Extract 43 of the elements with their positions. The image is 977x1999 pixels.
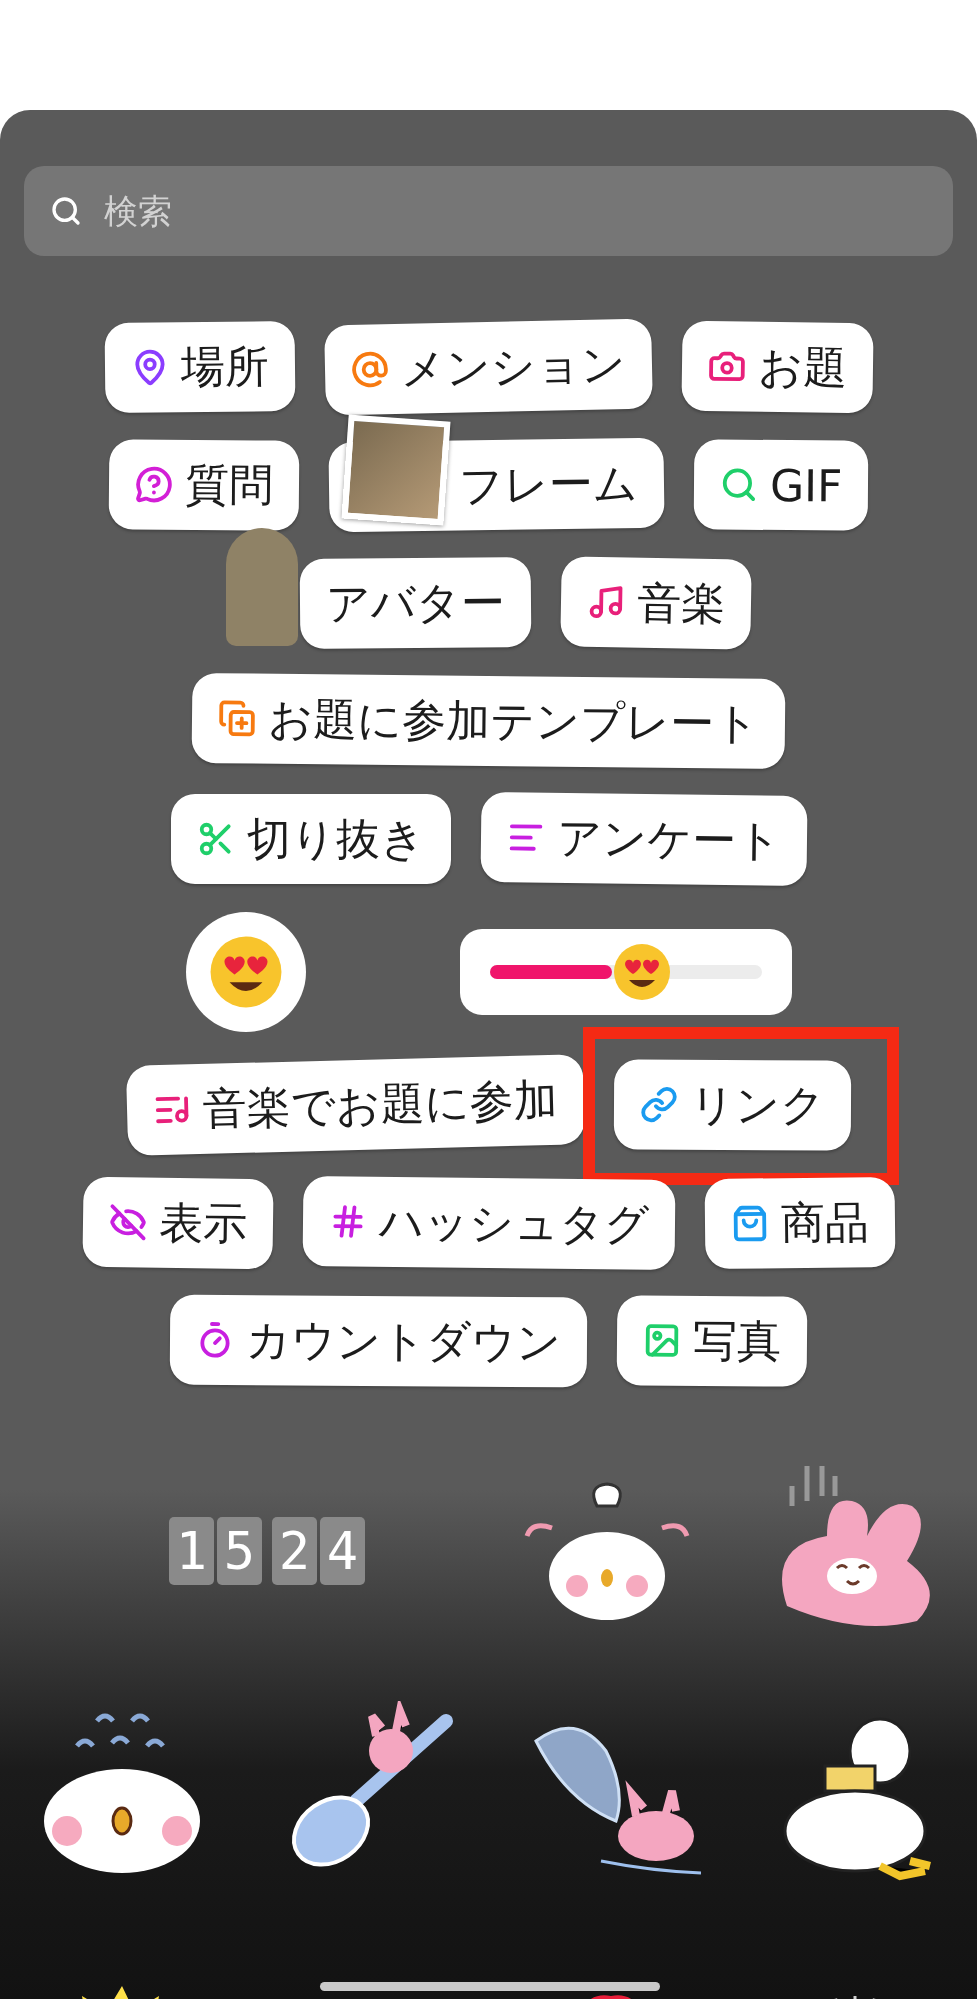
sticker-chip[interactable]: 場所 — [104, 321, 295, 413]
sticker-chip[interactable]: リンク — [613, 1059, 851, 1151]
chip-label: 写真 — [692, 1313, 782, 1369]
chip-label: お題 — [757, 339, 847, 395]
chip-label: 音楽 — [636, 575, 726, 631]
clock-digit: 1 — [169, 1517, 214, 1585]
chip-label: お題に参加テンプレート — [267, 691, 760, 751]
sticker-chip[interactable]: 音楽でお題に参加 — [125, 1054, 585, 1156]
chip-label: リンク — [689, 1077, 825, 1132]
chip-label: 切り抜き — [246, 811, 425, 866]
sticker-chip[interactable]: 質問 — [108, 439, 300, 531]
chip-label: 質問 — [184, 457, 274, 513]
clock-digit: 4 — [320, 1517, 365, 1585]
chip-label: カウントダウン — [245, 1312, 562, 1369]
chip-label: アンケート — [556, 810, 781, 868]
clock-digit: 5 — [217, 1517, 262, 1585]
emoji-slider-sticker[interactable] — [459, 929, 792, 1015]
sticker-chip[interactable]: お題 — [680, 320, 874, 414]
sticker-chip[interactable]: GIF — [693, 439, 869, 531]
chip-label: メンション — [399, 336, 627, 396]
search-field[interactable]: 検索 — [24, 166, 953, 256]
chip-label: 表示 — [158, 1195, 247, 1251]
sticker-chip[interactable]: アンケート — [479, 792, 808, 886]
chip-label: 音楽でお題に参加 — [201, 1072, 559, 1136]
chip-label: 商品 — [780, 1194, 869, 1250]
search-icon — [50, 195, 82, 227]
chip-label: 場所 — [180, 338, 269, 394]
sticker-chip[interactable]: カウントダウン — [169, 1294, 588, 1388]
sticker-chip[interactable]: 切り抜き — [170, 794, 451, 884]
sticker-chip[interactable]: 商品 — [704, 1177, 895, 1269]
chip-label: アバター — [325, 574, 506, 631]
sticker-chip[interactable]: ハッシュタグ — [302, 1176, 675, 1270]
chip-label: フレーム — [458, 455, 639, 512]
sticker-chip[interactable]: 写真 — [616, 1295, 808, 1387]
sticker-chip[interactable]: メンション — [323, 318, 653, 416]
chip-label: ハッシュタグ — [378, 1194, 649, 1252]
sticker-chip[interactable]: お題に参加テンプレート — [191, 672, 786, 770]
sticker-chip[interactable]: 音楽 — [560, 556, 752, 650]
chip-label: GIF — [769, 459, 843, 511]
sticker-chip[interactable]: 表示 — [81, 1176, 274, 1270]
clock-digit: 2 — [272, 1517, 317, 1585]
heart-eyes-emoji-icon[interactable] — [611, 942, 672, 1002]
sticker-chip[interactable]: アバター — [299, 557, 532, 649]
